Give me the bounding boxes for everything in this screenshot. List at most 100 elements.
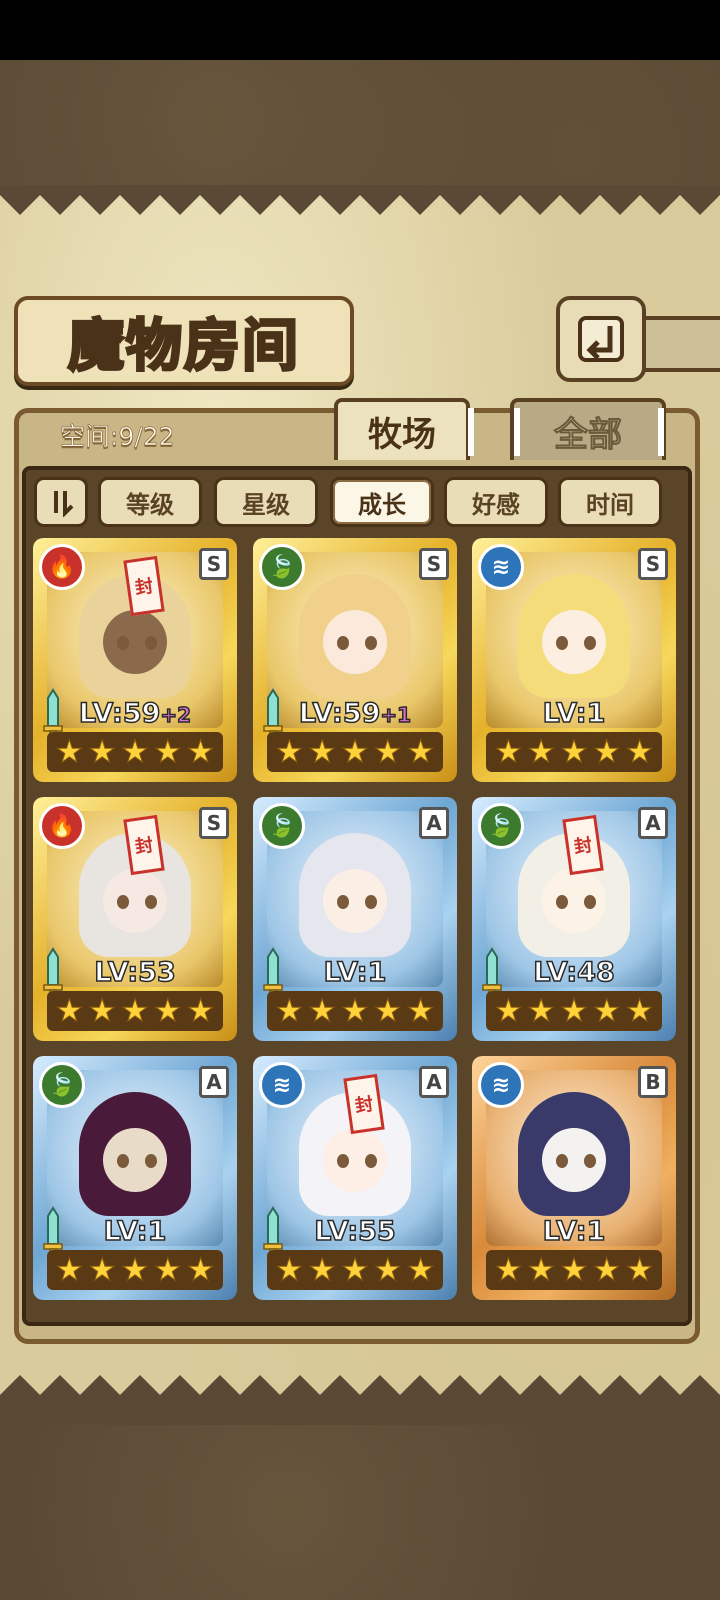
monster-eye — [584, 895, 596, 909]
star-icon: ★ — [275, 1251, 304, 1288]
monster-card[interactable]: 🍃 A LV:1 ★ ★ ★ ★ ★ — [253, 797, 457, 1041]
monster-eye — [365, 895, 377, 909]
monster-face — [323, 869, 387, 933]
star-icon: ★ — [341, 992, 370, 1029]
level-text: LV:1 — [542, 697, 606, 730]
monster-card[interactable]: 封 🔥 S LV:53 ★ ★ ★ ★ ★ — [33, 797, 237, 1041]
monster-card[interactable]: 🍃 A LV:1 ★ ★ ★ ★ ★ — [33, 1056, 237, 1300]
level-bonus: +1 — [380, 702, 412, 728]
monster-eye — [337, 636, 349, 650]
star-icon: ★ — [560, 1251, 589, 1288]
back-button[interactable] — [556, 296, 646, 382]
monster-eye — [584, 636, 596, 650]
monster-eye — [584, 1154, 596, 1168]
monster-card[interactable]: ≋ B LV:1 ★ ★ ★ ★ ★ — [472, 1056, 676, 1300]
star-icon: ★ — [373, 733, 402, 770]
monster-eye — [145, 636, 157, 650]
star-icon: ★ — [121, 733, 150, 770]
star-icon: ★ — [494, 992, 523, 1029]
rank-badge: B — [638, 1066, 668, 1098]
leaf-element-icon: 🍃 — [259, 803, 305, 849]
monster-face — [103, 610, 167, 674]
star-icon: ★ — [153, 733, 182, 770]
tab-divider — [468, 408, 474, 456]
monster-eye — [556, 636, 568, 650]
fire-element-icon: 🔥 — [39, 544, 85, 590]
monster-face — [103, 869, 167, 933]
sort-level-button[interactable]: 等级 — [98, 477, 202, 527]
monster-level: LV:59+1 — [253, 697, 457, 730]
rank-badge: A — [638, 807, 668, 839]
monster-face — [323, 1128, 387, 1192]
monster-eye — [117, 636, 129, 650]
sort-affection-button[interactable]: 好感 — [444, 477, 548, 527]
star-rating: ★ ★ ★ ★ ★ — [267, 732, 443, 772]
star-icon: ★ — [494, 733, 523, 770]
star-icon: ★ — [527, 733, 556, 770]
monster-eye — [337, 1154, 349, 1168]
monster-card[interactable]: 封 ≋ A LV:55 ★ ★ ★ ★ ★ — [253, 1056, 457, 1300]
leaf-element-icon: 🍃 — [39, 1062, 85, 1108]
monster-level: LV:53 — [33, 956, 237, 989]
monster-face — [542, 869, 606, 933]
water-element-icon: ≋ — [259, 1062, 305, 1108]
star-rating: ★ ★ ★ ★ ★ — [47, 1250, 223, 1290]
star-icon: ★ — [153, 992, 182, 1029]
sort-order-toggle[interactable] — [34, 477, 88, 527]
star-icon: ★ — [625, 1251, 654, 1288]
sort-star-button[interactable]: 星级 — [214, 477, 318, 527]
star-icon: ★ — [373, 992, 402, 1029]
monster-level: LV:55 — [253, 1215, 457, 1248]
monster-card[interactable]: ≋ S LV:1 ★ ★ ★ ★ ★ — [472, 538, 676, 782]
monster-level: LV:59+2 — [33, 697, 237, 730]
rank-badge: S — [199, 807, 229, 839]
star-rating: ★ ★ ★ ★ ★ — [267, 991, 443, 1031]
star-icon: ★ — [560, 992, 589, 1029]
star-icon: ★ — [308, 992, 337, 1029]
level-text: LV:1 — [542, 1215, 606, 1248]
space-capacity: 空间:9/22 — [44, 414, 334, 456]
monster-card[interactable]: 🍃 S LV:59+1 ★ ★ ★ ★ ★ — [253, 538, 457, 782]
sort-bar: 等级 星级 成长 好感 时间 — [30, 477, 670, 529]
star-icon: ★ — [341, 1251, 370, 1288]
rank-badge: S — [419, 548, 449, 580]
star-rating: ★ ★ ★ ★ ★ — [486, 732, 662, 772]
star-icon: ★ — [373, 1251, 402, 1288]
star-rating: ★ ★ ★ ★ ★ — [47, 732, 223, 772]
star-rating: ★ ★ ★ ★ ★ — [47, 991, 223, 1031]
star-icon: ★ — [592, 1251, 621, 1288]
monster-card[interactable]: 封 🔥 S LV:59+2 ★ ★ ★ ★ ★ — [33, 538, 237, 782]
star-icon: ★ — [308, 1251, 337, 1288]
star-icon: ★ — [153, 1251, 182, 1288]
level-text: LV:59 — [298, 697, 381, 730]
tab-all[interactable]: 全部 — [510, 398, 666, 460]
status-bar — [0, 0, 720, 60]
star-icon: ★ — [55, 733, 84, 770]
sort-growth-button[interactable]: 成长 — [330, 477, 434, 527]
star-icon: ★ — [308, 733, 337, 770]
water-element-icon: ≋ — [478, 544, 524, 590]
water-element-icon: ≋ — [478, 1062, 524, 1108]
star-icon: ★ — [406, 733, 435, 770]
star-icon: ★ — [625, 733, 654, 770]
monster-level: LV:1 — [253, 956, 457, 989]
monster-card[interactable]: 封 🍃 A LV:48 ★ ★ ★ ★ ★ — [472, 797, 676, 1041]
star-icon: ★ — [186, 1251, 215, 1288]
star-icon: ★ — [625, 992, 654, 1029]
star-icon: ★ — [527, 1251, 556, 1288]
star-icon: ★ — [88, 1251, 117, 1288]
level-text: LV:59 — [78, 697, 161, 730]
level-text: LV:53 — [93, 956, 176, 989]
sort-time-button[interactable]: 时间 — [558, 477, 662, 527]
level-text: LV:55 — [313, 1215, 396, 1248]
star-icon: ★ — [88, 733, 117, 770]
tab-ranch[interactable]: 牧场 — [334, 398, 470, 460]
rank-badge: A — [199, 1066, 229, 1098]
monster-eye — [117, 1154, 129, 1168]
fire-element-icon: 🔥 — [39, 803, 85, 849]
level-bonus: +2 — [160, 702, 192, 728]
monster-eye — [337, 895, 349, 909]
monster-face — [542, 1128, 606, 1192]
level-text: LV:48 — [532, 956, 615, 989]
star-icon: ★ — [527, 992, 556, 1029]
